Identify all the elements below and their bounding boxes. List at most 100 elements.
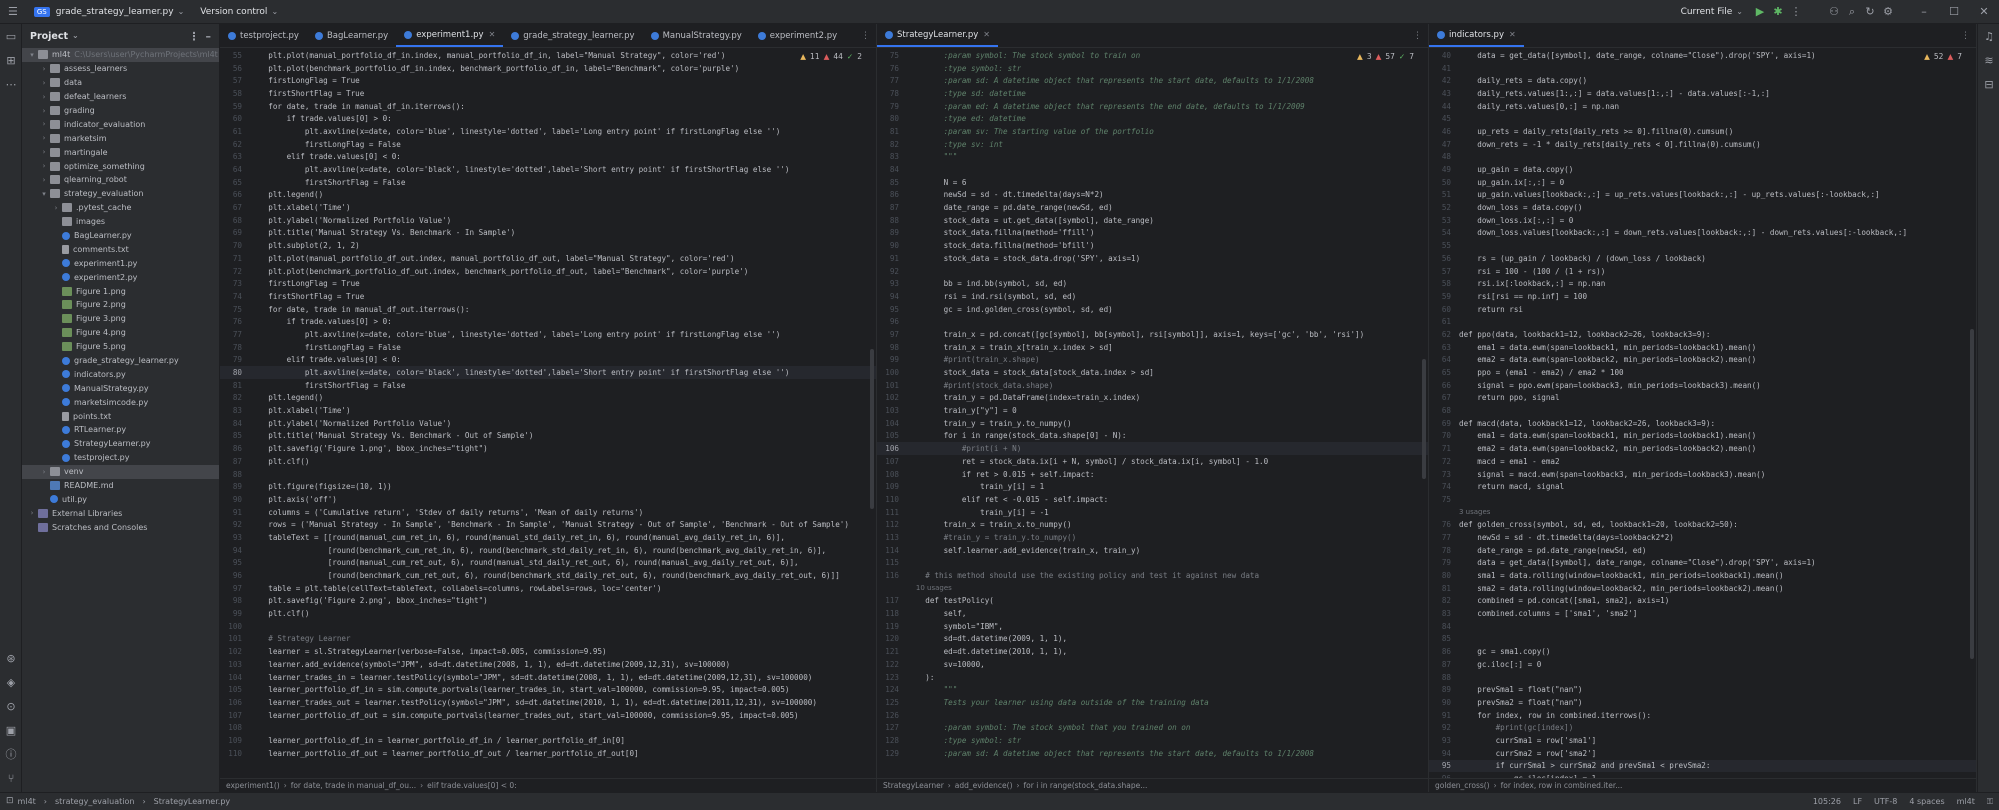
code-line[interactable]: 109 train_y[i] = 1: [877, 480, 1428, 493]
line-number[interactable]: 120: [877, 634, 907, 643]
line-number[interactable]: 70: [220, 241, 250, 250]
line-number[interactable]: 79: [1429, 558, 1459, 567]
code-line[interactable]: 118 self,: [877, 607, 1428, 620]
code-line[interactable]: 57 rsi = 100 - (100 / (1 + rs)): [1429, 265, 1976, 278]
tree-item[interactable]: BagLearner.py: [22, 229, 219, 243]
line-number[interactable]: 75: [220, 305, 250, 314]
code-line[interactable]: 67 return ppo, signal: [1429, 392, 1976, 405]
code-line[interactable]: 92 rows = ('Manual Strategy - In Sample'…: [220, 518, 876, 531]
code-line[interactable]: 65 firstShortFlag = False: [220, 176, 876, 189]
code-line[interactable]: 56 rs = (up_gain / lookback) / (down_los…: [1429, 252, 1976, 265]
line-number[interactable]: 72: [220, 267, 250, 276]
code-line[interactable]: 97 table = plt.table(cellText=tableText,…: [220, 582, 876, 595]
line-number[interactable]: 100: [220, 622, 250, 631]
code-line[interactable]: 48: [1429, 151, 1976, 164]
editor-tab[interactable]: StrategyLearner.py ✕: [877, 24, 998, 47]
code-line[interactable]: 101 # Strategy Learner: [220, 633, 876, 646]
line-number[interactable]: 95: [877, 305, 907, 314]
line-number[interactable]: 89: [1429, 685, 1459, 694]
code-line[interactable]: 75: [1429, 493, 1976, 506]
line-number[interactable]: 80: [1429, 571, 1459, 580]
code-area[interactable]: 55 plt.plot(manual_portfolio_df_in.index…: [220, 49, 876, 778]
line-number[interactable]: 84: [220, 419, 250, 428]
tree-item[interactable]: › defeat_learners: [22, 90, 219, 104]
inspection-widget[interactable]: ▲ 3 ▲ 57 ✓ 7: [1357, 52, 1414, 61]
line-number[interactable]: 78: [220, 343, 250, 352]
code-line[interactable]: 94 currSma2 = row['sma2']: [1429, 747, 1976, 760]
chevron-icon[interactable]: ›: [40, 134, 48, 142]
line-number[interactable]: 106: [220, 698, 250, 707]
line-number[interactable]: 112: [877, 520, 907, 529]
code-line[interactable]: 54 down_loss.values[lookback:,:] = down_…: [1429, 227, 1976, 240]
line-number[interactable]: 75: [1429, 495, 1459, 504]
editor-tab[interactable]: BagLearner.py: [307, 24, 396, 47]
code-line[interactable]: 90 prevSma2 = float("nan"): [1429, 696, 1976, 709]
line-number[interactable]: 68: [220, 216, 250, 225]
code-line[interactable]: 103 train_y["y"] = 0: [877, 404, 1428, 417]
more-tools-button[interactable]: ⋯: [0, 72, 22, 96]
line-number[interactable]: 76: [1429, 520, 1459, 529]
line-number[interactable]: 102: [877, 393, 907, 402]
tabs-more-icon[interactable]: ⋮: [1407, 24, 1428, 47]
code-line[interactable]: 41: [1429, 62, 1976, 75]
line-number[interactable]: 75: [877, 51, 907, 60]
code-line[interactable]: 82 combined = pd.concat([sma1, sma2], ax…: [1429, 595, 1976, 608]
line-number[interactable]: 78: [1429, 546, 1459, 555]
line-number[interactable]: 59: [220, 102, 250, 111]
line-number[interactable]: 80: [220, 368, 250, 377]
line-number[interactable]: 95: [1429, 761, 1459, 770]
code-line[interactable]: 74 firstShortFlag = True: [220, 290, 876, 303]
code-line[interactable]: 44 daily_rets.values[0,:] = np.nan: [1429, 100, 1976, 113]
line-number[interactable]: 57: [220, 76, 250, 85]
code-line[interactable]: 61 plt.axvline(x=date, color='blue', lin…: [220, 125, 876, 138]
code-line[interactable]: 83 """: [877, 151, 1428, 164]
line-number[interactable]: 81: [1429, 584, 1459, 593]
line-number[interactable]: 71: [1429, 444, 1459, 453]
line-number[interactable]: 83: [877, 152, 907, 161]
code-line[interactable]: 62 firstLongFlag = False: [220, 138, 876, 151]
line-number[interactable]: 108: [877, 470, 907, 479]
code-line[interactable]: 92 #print(gc[index]): [1429, 721, 1976, 734]
line-number[interactable]: 43: [1429, 89, 1459, 98]
line-number[interactable]: 125: [877, 698, 907, 707]
tree-item[interactable]: README.md: [22, 479, 219, 493]
line-number[interactable]: 93: [1429, 736, 1459, 745]
editor-tab[interactable]: experiment1.py ✕: [396, 24, 504, 47]
inspection-widget[interactable]: ▲ 52 ▲ 7: [1924, 52, 1962, 61]
line-number[interactable]: 109: [220, 736, 250, 745]
code-line[interactable]: 69 def macd(data, lookback1=12, lookback2…: [1429, 417, 1976, 430]
line-number[interactable]: 99: [877, 355, 907, 364]
code-line[interactable]: 90 stock_data.fillna(method='bfill'): [877, 239, 1428, 252]
line-number[interactable]: 82: [220, 393, 250, 402]
code-line[interactable]: 79 elif trade.values[0] < 0:: [220, 354, 876, 367]
code-line[interactable]: 83 plt.xlabel('Time'): [220, 404, 876, 417]
vertical-scrollbar[interactable]: [1420, 49, 1428, 778]
code-line[interactable]: 128 :type symbol: str: [877, 734, 1428, 747]
editor-tab[interactable]: ManualStrategy.py: [643, 24, 750, 47]
line-number[interactable]: 81: [877, 127, 907, 136]
code-line[interactable]: 42 daily_rets = data.copy(): [1429, 74, 1976, 87]
problems-button[interactable]: ⓘ: [0, 742, 22, 766]
line-number[interactable]: 83: [220, 406, 250, 415]
line-number[interactable]: 98: [220, 596, 250, 605]
line-number[interactable]: 72: [1429, 457, 1459, 466]
code-line[interactable]: 60 if trade.values[0] > 0:: [220, 112, 876, 125]
tree-item[interactable]: › data: [22, 76, 219, 90]
line-number[interactable]: 44: [1429, 102, 1459, 111]
chevron-icon[interactable]: ›: [40, 107, 48, 115]
line-number[interactable]: 73: [220, 279, 250, 288]
tree-item[interactable]: Figure 1.png: [22, 284, 219, 298]
line-number[interactable]: 96: [220, 571, 250, 580]
code-line[interactable]: 100: [220, 620, 876, 633]
line-number[interactable]: 61: [220, 127, 250, 136]
line-number[interactable]: 69: [1429, 419, 1459, 428]
minimize-icon[interactable]: –: [206, 31, 212, 42]
line-number[interactable]: 114: [877, 546, 907, 555]
code-line[interactable]: 99 plt.clf(): [220, 607, 876, 620]
code-line[interactable]: 45: [1429, 112, 1976, 125]
python-console-button[interactable]: ⊙: [0, 694, 22, 718]
line-number[interactable]: 83: [1429, 609, 1459, 618]
tree-item[interactable]: › optimize_something: [22, 159, 219, 173]
line-number[interactable]: 86: [877, 190, 907, 199]
line-number[interactable]: 97: [220, 584, 250, 593]
